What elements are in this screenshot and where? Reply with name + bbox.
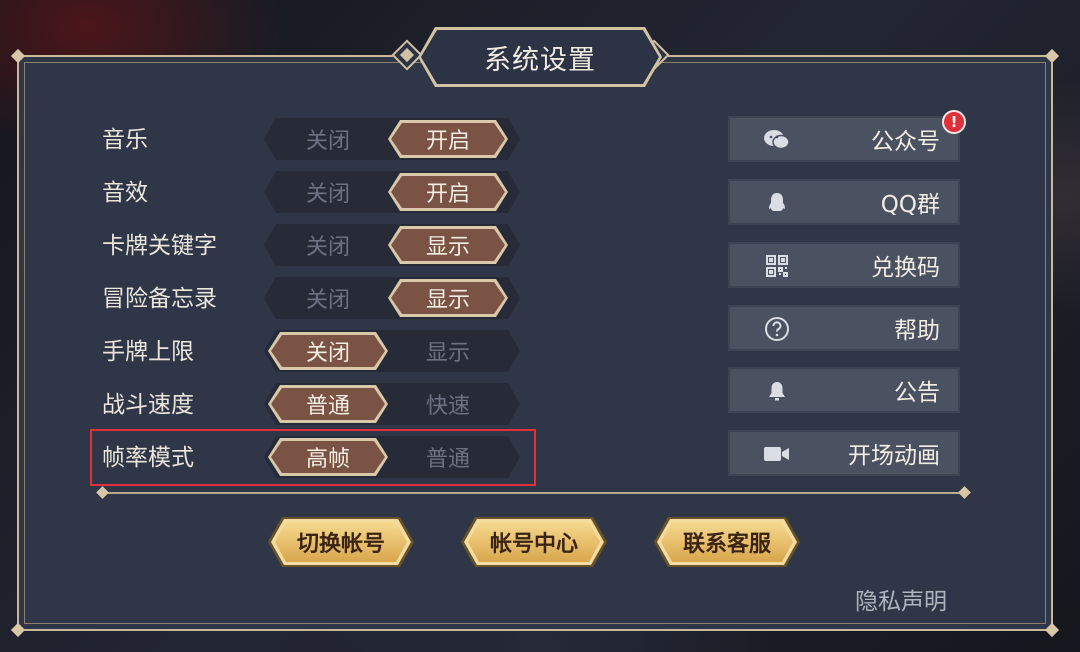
toggle-option-label: 高帧 bbox=[305, 447, 350, 472]
side-button[interactable]: 公告 bbox=[728, 367, 960, 413]
bell-icon bbox=[763, 379, 791, 403]
toggle-option-label: 关闭 bbox=[305, 129, 350, 154]
toggle-option-right[interactable]: 显示 bbox=[384, 330, 512, 372]
qr-code-icon bbox=[763, 254, 791, 278]
toggle-option-label: 关闭 bbox=[305, 288, 350, 313]
toggle-option-label: 普通 bbox=[305, 394, 350, 419]
toggle-option-label: 开启 bbox=[425, 129, 470, 154]
toggle-option-right[interactable]: 显示 bbox=[384, 224, 512, 266]
side-button[interactable]: QQ群 bbox=[728, 179, 960, 225]
setting-toggle: 关闭 显示 bbox=[264, 224, 520, 266]
contact-support-button[interactable]: 联系客服 bbox=[654, 517, 800, 567]
setting-toggle: 关闭 显示 bbox=[264, 330, 520, 372]
setting-label: 战斗速度 bbox=[102, 392, 194, 418]
side-button-label: 公众号 bbox=[871, 129, 940, 155]
toggle-option-label: 显示 bbox=[425, 288, 470, 313]
toggle-option-label: 快速 bbox=[425, 394, 470, 419]
setting-toggle: 关闭 开启 bbox=[264, 118, 520, 160]
button-label: 帐号中心 bbox=[468, 522, 600, 562]
side-button-label: 公告 bbox=[894, 380, 940, 406]
toggle-option-left[interactable]: 关闭 bbox=[264, 171, 392, 213]
video-camera-icon bbox=[763, 442, 791, 466]
setting-label: 卡牌关键字 bbox=[102, 233, 217, 259]
switch-account-button[interactable]: 切换帐号 bbox=[268, 517, 414, 567]
notification-badge: ! bbox=[942, 110, 966, 134]
toggle-option-right[interactable]: 快速 bbox=[384, 383, 512, 425]
toggle-option-label: 显示 bbox=[425, 341, 470, 366]
side-button[interactable]: 兑换码 bbox=[728, 242, 960, 288]
toggle-option-label: 关闭 bbox=[305, 341, 350, 366]
side-button-label: 帮助 bbox=[894, 318, 940, 344]
side-button-label: QQ群 bbox=[880, 192, 940, 218]
setting-label: 音效 bbox=[102, 180, 148, 206]
toggle-option-right[interactable]: 开启 bbox=[384, 118, 512, 160]
setting-label: 手牌上限 bbox=[102, 339, 194, 365]
wechat-icon bbox=[763, 128, 791, 152]
toggle-option-right[interactable]: 开启 bbox=[384, 171, 512, 213]
divider bbox=[102, 492, 968, 494]
privacy-link[interactable]: 隐私声明 bbox=[855, 582, 947, 616]
toggle-option-label: 开启 bbox=[425, 182, 470, 207]
toggle-option-right[interactable]: 显示 bbox=[384, 277, 512, 319]
setting-toggle: 关闭 开启 bbox=[264, 171, 520, 213]
setting-label: 音乐 bbox=[102, 127, 148, 153]
account-center-button[interactable]: 帐号中心 bbox=[461, 517, 607, 567]
toggle-option-label: 关闭 bbox=[305, 235, 350, 260]
toggle-option-label: 普通 bbox=[425, 447, 470, 472]
setting-toggle: 普通 快速 bbox=[264, 383, 520, 425]
side-button[interactable]: 帮助 bbox=[728, 305, 960, 351]
side-button[interactable]: 公众号 bbox=[728, 116, 960, 162]
side-button-label: 开场动画 bbox=[848, 443, 940, 469]
qq-icon bbox=[763, 191, 791, 215]
side-button[interactable]: 开场动画 bbox=[728, 430, 960, 476]
button-label: 切换帐号 bbox=[275, 522, 407, 562]
button-label: 联系客服 bbox=[661, 522, 793, 562]
toggle-option-left[interactable]: 关闭 bbox=[264, 330, 392, 372]
setting-label: 冒险备忘录 bbox=[102, 286, 217, 312]
setting-toggle: 关闭 显示 bbox=[264, 277, 520, 319]
toggle-option-left[interactable]: 关闭 bbox=[264, 277, 392, 319]
help-icon bbox=[763, 317, 791, 341]
toggle-option-label: 显示 bbox=[425, 235, 470, 260]
toggle-option-left[interactable]: 关闭 bbox=[264, 224, 392, 266]
side-button-label: 兑换码 bbox=[871, 255, 940, 281]
page-title: 系统设置 bbox=[421, 30, 659, 84]
toggle-option-label: 关闭 bbox=[305, 182, 350, 207]
toggle-option-left[interactable]: 关闭 bbox=[264, 118, 392, 160]
toggle-option-left[interactable]: 普通 bbox=[264, 383, 392, 425]
